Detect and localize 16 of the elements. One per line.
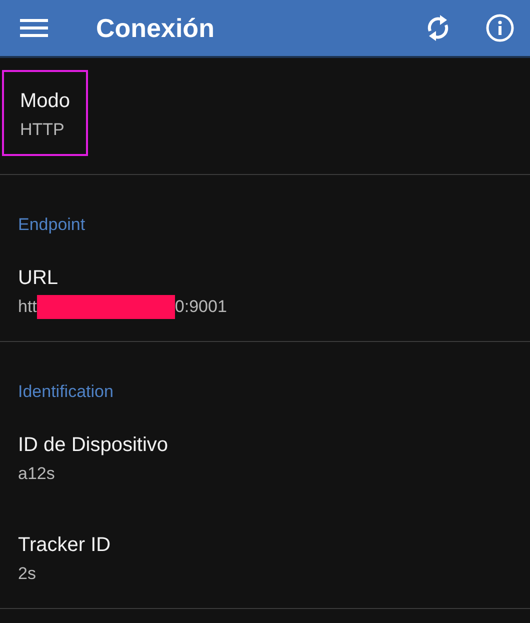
setting-title: Modo xyxy=(20,89,70,114)
info-icon[interactable] xyxy=(486,14,514,42)
setting-title: Tracker ID xyxy=(18,533,112,558)
setting-value: 0:9001 xyxy=(174,296,227,318)
setting-value: htt xyxy=(18,296,37,318)
section-header: Identification xyxy=(17,381,114,403)
setting-title: URL xyxy=(18,266,60,291)
setting-value: HTTP xyxy=(20,119,66,141)
screen-title: Conexión xyxy=(96,12,216,44)
setting-value: a12s xyxy=(18,463,56,485)
section-header: Endpoint xyxy=(17,214,86,236)
setting-title: ID de Dispositivo xyxy=(18,433,170,458)
highlight-frame[interactable]: Modo HTTP xyxy=(2,70,88,156)
setting-value: 2s xyxy=(18,563,37,585)
menu-icon[interactable] xyxy=(20,18,48,38)
refresh-icon[interactable] xyxy=(426,13,450,43)
